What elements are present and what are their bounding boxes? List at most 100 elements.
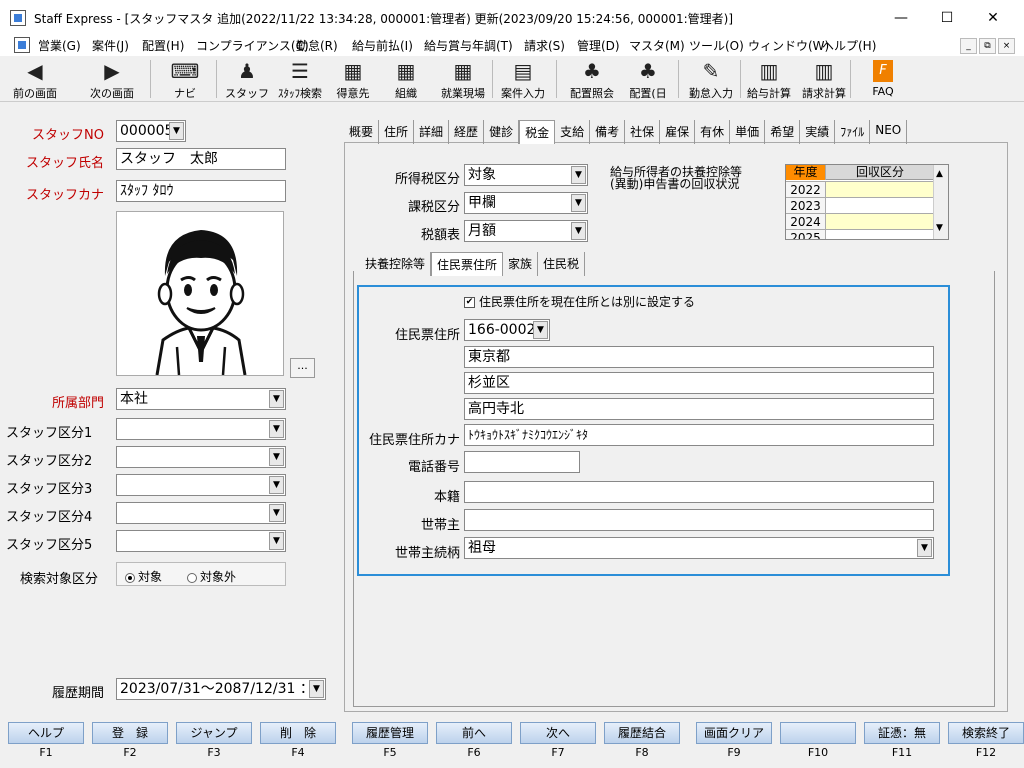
tax-class-combo[interactable]: 甲欄 ▼ xyxy=(464,192,588,214)
chevron-down-icon[interactable]: ▼ xyxy=(533,321,548,339)
tab-0[interactable]: 概要 xyxy=(344,120,380,144)
staff-kubun3-combo[interactable]: ▼ xyxy=(116,474,286,496)
subtab-1[interactable]: 住民票住所 xyxy=(431,252,504,276)
fkey-button-f12[interactable]: 検索終了 xyxy=(948,722,1024,744)
chevron-down-icon[interactable]: ▼ xyxy=(269,476,284,494)
tab-5[interactable]: 税金 xyxy=(519,120,556,144)
chevron-down-icon[interactable]: ▼ xyxy=(269,504,284,522)
scroll-up-icon[interactable]: ▲ xyxy=(936,169,943,179)
toolbar-button-1[interactable]: ▶ 次の画面 xyxy=(72,58,152,100)
tab-2[interactable]: 詳細 xyxy=(414,120,450,144)
toolbar-button-2[interactable]: ⌨ ナビ xyxy=(160,58,210,100)
menu-anken[interactable]: 案件(J) xyxy=(92,37,129,54)
radio-selected-icon[interactable] xyxy=(125,572,135,583)
tab-12[interactable]: 希望 xyxy=(765,120,801,144)
toolbar-button-10[interactable]: ♣ 配置(日 xyxy=(620,58,676,100)
chevron-down-icon[interactable]: ▼ xyxy=(269,390,284,408)
toolbar-button-9[interactable]: ♣ 配置照会 xyxy=(564,58,620,100)
staff-kubun4-combo[interactable]: ▼ xyxy=(116,502,286,524)
fkey-button-f6[interactable]: 前へ xyxy=(436,722,512,744)
menu-window[interactable]: ウィンドウ(W) xyxy=(748,37,829,54)
minimize-button[interactable]: — xyxy=(878,6,924,30)
tab-8[interactable]: 社保 xyxy=(625,120,661,144)
tab-11[interactable]: 単価 xyxy=(730,120,766,144)
grid-status-cell[interactable] xyxy=(826,230,934,239)
tab-6[interactable]: 支給 xyxy=(555,120,591,144)
mdi-minimize-button[interactable]: _ xyxy=(960,38,977,54)
chevron-down-icon[interactable]: ▼ xyxy=(269,448,284,466)
radio-unselected-icon[interactable] xyxy=(187,572,197,583)
menu-help[interactable]: ヘルプ(H) xyxy=(822,37,876,54)
chevron-down-icon[interactable]: ▼ xyxy=(169,122,184,140)
chevron-down-icon[interactable]: ▼ xyxy=(269,420,284,438)
scroll-down-icon[interactable]: ▼ xyxy=(936,223,943,233)
toolbar-button-12[interactable]: ▥ 給与計算 xyxy=(744,58,794,100)
income-tax-combo[interactable]: 対象 ▼ xyxy=(464,164,588,186)
tel-input[interactable] xyxy=(464,451,580,473)
toolbar-button-7[interactable]: ▦ 就業現場 xyxy=(434,58,492,100)
tab-7[interactable]: 備考 xyxy=(590,120,626,144)
subtab-3[interactable]: 住民税 xyxy=(538,252,586,276)
fkey-button-f5[interactable]: 履歴管理 xyxy=(352,722,428,744)
tab-9[interactable]: 雇保 xyxy=(660,120,696,144)
tax-table-combo[interactable]: 月額 ▼ xyxy=(464,220,588,242)
menu-kyuyo[interactable]: 給与賞与年調(T) xyxy=(424,37,513,54)
toolbar-button-8[interactable]: ▤ 案件入力 xyxy=(496,58,550,100)
chevron-down-icon[interactable]: ▼ xyxy=(269,532,284,550)
town-input[interactable]: 高円寺北 xyxy=(464,398,934,420)
toolbar-button-5[interactable]: ▦ 得意先 xyxy=(328,58,378,100)
menu-maebarai[interactable]: 給与前払(I) xyxy=(352,37,413,54)
fkey-button-f8[interactable]: 履歴結合 xyxy=(604,722,680,744)
chevron-down-icon[interactable]: ▼ xyxy=(571,166,586,184)
staff-kubun5-combo[interactable]: ▼ xyxy=(116,530,286,552)
toolbar-button-0[interactable]: ◀ 前の画面 xyxy=(2,58,68,100)
fkey-button-f9[interactable]: 画面クリア xyxy=(696,722,772,744)
close-button[interactable]: ✕ xyxy=(970,6,1016,30)
tab-4[interactable]: 健診 xyxy=(484,120,520,144)
toolbar-button-14[interactable]: F FAQ xyxy=(860,58,906,100)
menu-kintai[interactable]: 勤怠(R) xyxy=(296,37,338,54)
grid-row[interactable]: 2023 xyxy=(786,197,934,214)
separate-address-checkbox[interactable]: ✔ 住民票住所を現在住所とは別に設定する xyxy=(464,293,695,310)
res-kana-input[interactable]: ﾄｳｷｮｳﾄｽｷﾞﾅﾐｸｺｳｴﾝｼﾞｷﾀ xyxy=(464,424,934,446)
fkey-button-f2[interactable]: 登 録 xyxy=(92,722,168,744)
fkey-button-f4[interactable]: 削 除 xyxy=(260,722,336,744)
toolbar-button-4[interactable]: ☰ ｽﾀｯﾌ検索 xyxy=(272,58,328,100)
collect-status-grid[interactable]: 年度 回収区分 2022 2023 2024 2025 ▲ ▼ xyxy=(785,164,949,240)
dept-combo[interactable]: 本社 ▼ xyxy=(116,388,286,410)
menu-haichi[interactable]: 配置(H) xyxy=(142,37,184,54)
radio-non-target[interactable]: 対象外 xyxy=(187,568,236,585)
chevron-down-icon[interactable]: ▼ xyxy=(917,539,932,557)
staff-no-combo[interactable]: 000005 ▼ xyxy=(116,120,186,142)
tab-1[interactable]: 住所 xyxy=(379,120,415,144)
tab-15[interactable]: NEO xyxy=(870,120,908,144)
fkey-button-f11[interactable]: 証憑：無 xyxy=(864,722,940,744)
grid-row[interactable]: 2024 xyxy=(786,213,934,230)
city-input[interactable]: 杉並区 xyxy=(464,372,934,394)
radio-target[interactable]: 対象 xyxy=(125,568,162,585)
grid-row[interactable]: 2025 xyxy=(786,229,934,239)
tab-14[interactable]: ﾌｧｲﾙ xyxy=(835,120,871,144)
chevron-down-icon[interactable]: ▼ xyxy=(571,194,586,212)
menu-kanri[interactable]: 管理(D) xyxy=(577,37,620,54)
grid-scrollbar[interactable]: ▲ ▼ xyxy=(933,165,948,239)
fkey-button-f1[interactable]: ヘルプ xyxy=(8,722,84,744)
photo-select-button[interactable]: ... xyxy=(290,358,315,378)
grid-status-cell[interactable] xyxy=(826,198,934,214)
relation-combo[interactable]: 祖母 ▼ xyxy=(464,537,934,559)
menu-tools[interactable]: ツール(O) xyxy=(689,37,744,54)
household-head-input[interactable] xyxy=(464,509,934,531)
grid-row[interactable]: 2022 xyxy=(786,181,934,198)
tab-13[interactable]: 実績 xyxy=(800,120,836,144)
tab-10[interactable]: 有休 xyxy=(695,120,731,144)
mdi-restore-button[interactable]: ⧉ xyxy=(979,38,996,54)
toolbar-button-6[interactable]: ▦ 組織 xyxy=(384,58,428,100)
grid-status-cell[interactable] xyxy=(826,182,934,198)
mdi-close-button[interactable]: × xyxy=(998,38,1015,54)
period-combo[interactable]: 2023/07/31～2087/12/31 ： ▼ xyxy=(116,678,326,700)
menu-eigyo[interactable]: 営業(G) xyxy=(38,37,81,54)
chevron-down-icon[interactable]: ▼ xyxy=(571,222,586,240)
checkmark-icon[interactable]: ✔ xyxy=(464,297,475,308)
staff-kubun2-combo[interactable]: ▼ xyxy=(116,446,286,468)
fkey-button-f3[interactable]: ジャンプ xyxy=(176,722,252,744)
